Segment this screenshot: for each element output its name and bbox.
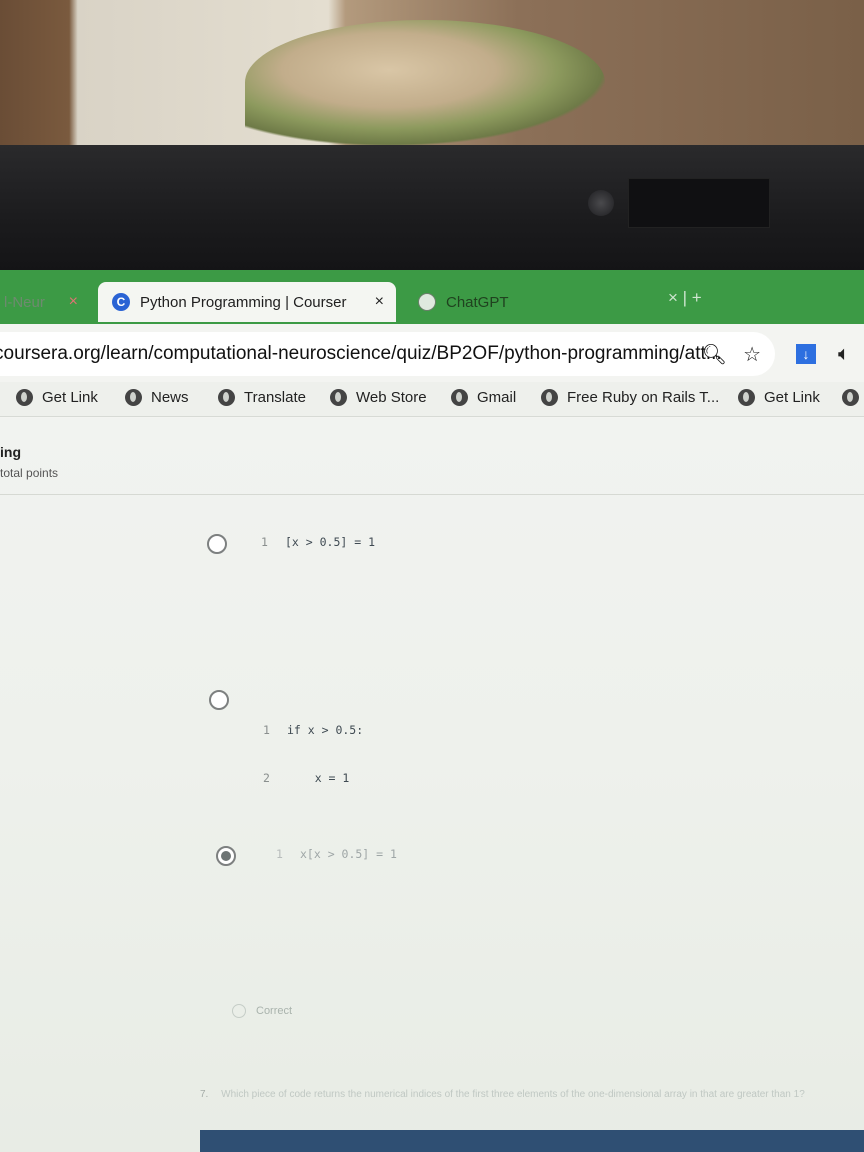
bookmark-label: Free Ruby on Rails T... [567, 389, 720, 406]
feedback-correct: Correct [232, 1004, 292, 1018]
code-line: x = 1 [287, 771, 350, 785]
quiz-points: total points [0, 466, 59, 480]
code-line: [x > 0.5] = 1 [285, 535, 376, 549]
webcam-icon [588, 190, 614, 216]
next-question: 7. Which piece of code returns the numer… [200, 1088, 864, 1101]
cloth-object [245, 20, 605, 145]
globe-icon [125, 389, 142, 406]
download-extension-icon[interactable]: ↓ [796, 344, 816, 364]
answer-option-1[interactable]: 1 [x > 0.5] = 1 [207, 534, 375, 554]
bookmark-ruby-on-rails[interactable]: Free Ruby on Rails T... [541, 389, 719, 406]
answer-option-3[interactable]: 1 x[x > 0.5] = 1 [216, 846, 397, 866]
tab-label: Python Programming | Courser [140, 293, 347, 311]
webcam-window [628, 178, 770, 228]
tab-chatgpt[interactable]: ChatGPT [408, 282, 668, 322]
question-number: 7. [200, 1089, 209, 1100]
laptop-screen: l-Neur × C Python Programming | Courser … [0, 270, 864, 1152]
answer-option-2[interactable]: 1 if x > 0.5: 2 x = 1 [209, 690, 363, 818]
radio-button-selected[interactable] [216, 846, 236, 866]
close-icon[interactable]: × [69, 293, 78, 311]
bookmark-gmail[interactable]: Gmail [451, 389, 516, 406]
globe-icon [842, 389, 859, 406]
url-text[interactable]: coursera.org/learn/computational-neurosc… [0, 343, 722, 365]
close-icon[interactable]: × [375, 293, 384, 311]
line-number: 2 [263, 771, 270, 785]
bookmarks-bar: Get Link News Translate Web Store Gmail … [0, 382, 864, 417]
tab-bar: l-Neur × C Python Programming | Courser … [0, 270, 864, 324]
tab-label: ChatGPT [446, 293, 509, 311]
bookmark-label: News [151, 389, 189, 406]
bookmark-label: Get Link [42, 389, 98, 406]
tab-python-programming[interactable]: C Python Programming | Courser × [98, 282, 396, 322]
code-block: 1 if x > 0.5: 2 x = 1 [263, 690, 363, 818]
globe-icon [738, 389, 755, 406]
line-number: 1 [276, 847, 283, 861]
globe-icon [330, 389, 347, 406]
chatgpt-icon [418, 293, 436, 311]
new-tab-controls[interactable]: × | + [668, 288, 702, 308]
quiz-header: ing total points [0, 418, 864, 495]
taskbar [200, 1130, 864, 1152]
tab-label: l-Neur [4, 293, 45, 311]
globe-icon [541, 389, 558, 406]
code-block: 1 [x > 0.5] = 1 [261, 534, 375, 550]
globe-icon [16, 389, 33, 406]
bookmark-label: Translate [244, 389, 306, 406]
speaker-icon[interactable]: 🔈︎ [838, 343, 850, 366]
code-line: if x > 0.5: [287, 723, 364, 737]
address-bar[interactable]: coursera.org/learn/computational-neurosc… [0, 332, 775, 376]
radio-button[interactable] [209, 690, 229, 710]
bookmark-get-link-2[interactable]: Get Link [738, 389, 820, 406]
bookmark-translate[interactable]: Translate [218, 389, 306, 406]
tab-previous[interactable]: l-Neur × [0, 282, 92, 322]
coursera-icon: C [112, 293, 130, 311]
bookmark-news[interactable]: News [125, 389, 189, 406]
check-icon [232, 1004, 246, 1018]
code-line: x[x > 0.5] = 1 [300, 847, 397, 861]
bookmark-star-icon[interactable]: ☆ [743, 342, 761, 367]
bookmark-label: Get Link [764, 389, 820, 406]
line-number: 1 [263, 723, 270, 737]
radio-button[interactable] [207, 534, 227, 554]
question-text: Which piece of code returns the numerica… [221, 1089, 805, 1100]
bookmark-overflow[interactable] [842, 389, 864, 406]
globe-icon [218, 389, 235, 406]
bookmark-label: Web Store [356, 389, 427, 406]
zoom-icon[interactable]: 🔍︎ [702, 342, 727, 367]
quiz-title: ing [0, 444, 21, 460]
feedback-label: Correct [256, 1005, 293, 1017]
quiz-page: ing total points 1 [x > 0.5] = 1 1 if x > … [0, 418, 864, 1152]
globe-icon [451, 389, 468, 406]
bookmark-get-link[interactable]: Get Link [16, 389, 98, 406]
bookmark-label: Gmail [477, 389, 517, 406]
bookmark-web-store[interactable]: Web Store [330, 389, 427, 406]
line-number: 1 [261, 535, 268, 549]
code-block: 1 x[x > 0.5] = 1 [276, 846, 397, 862]
